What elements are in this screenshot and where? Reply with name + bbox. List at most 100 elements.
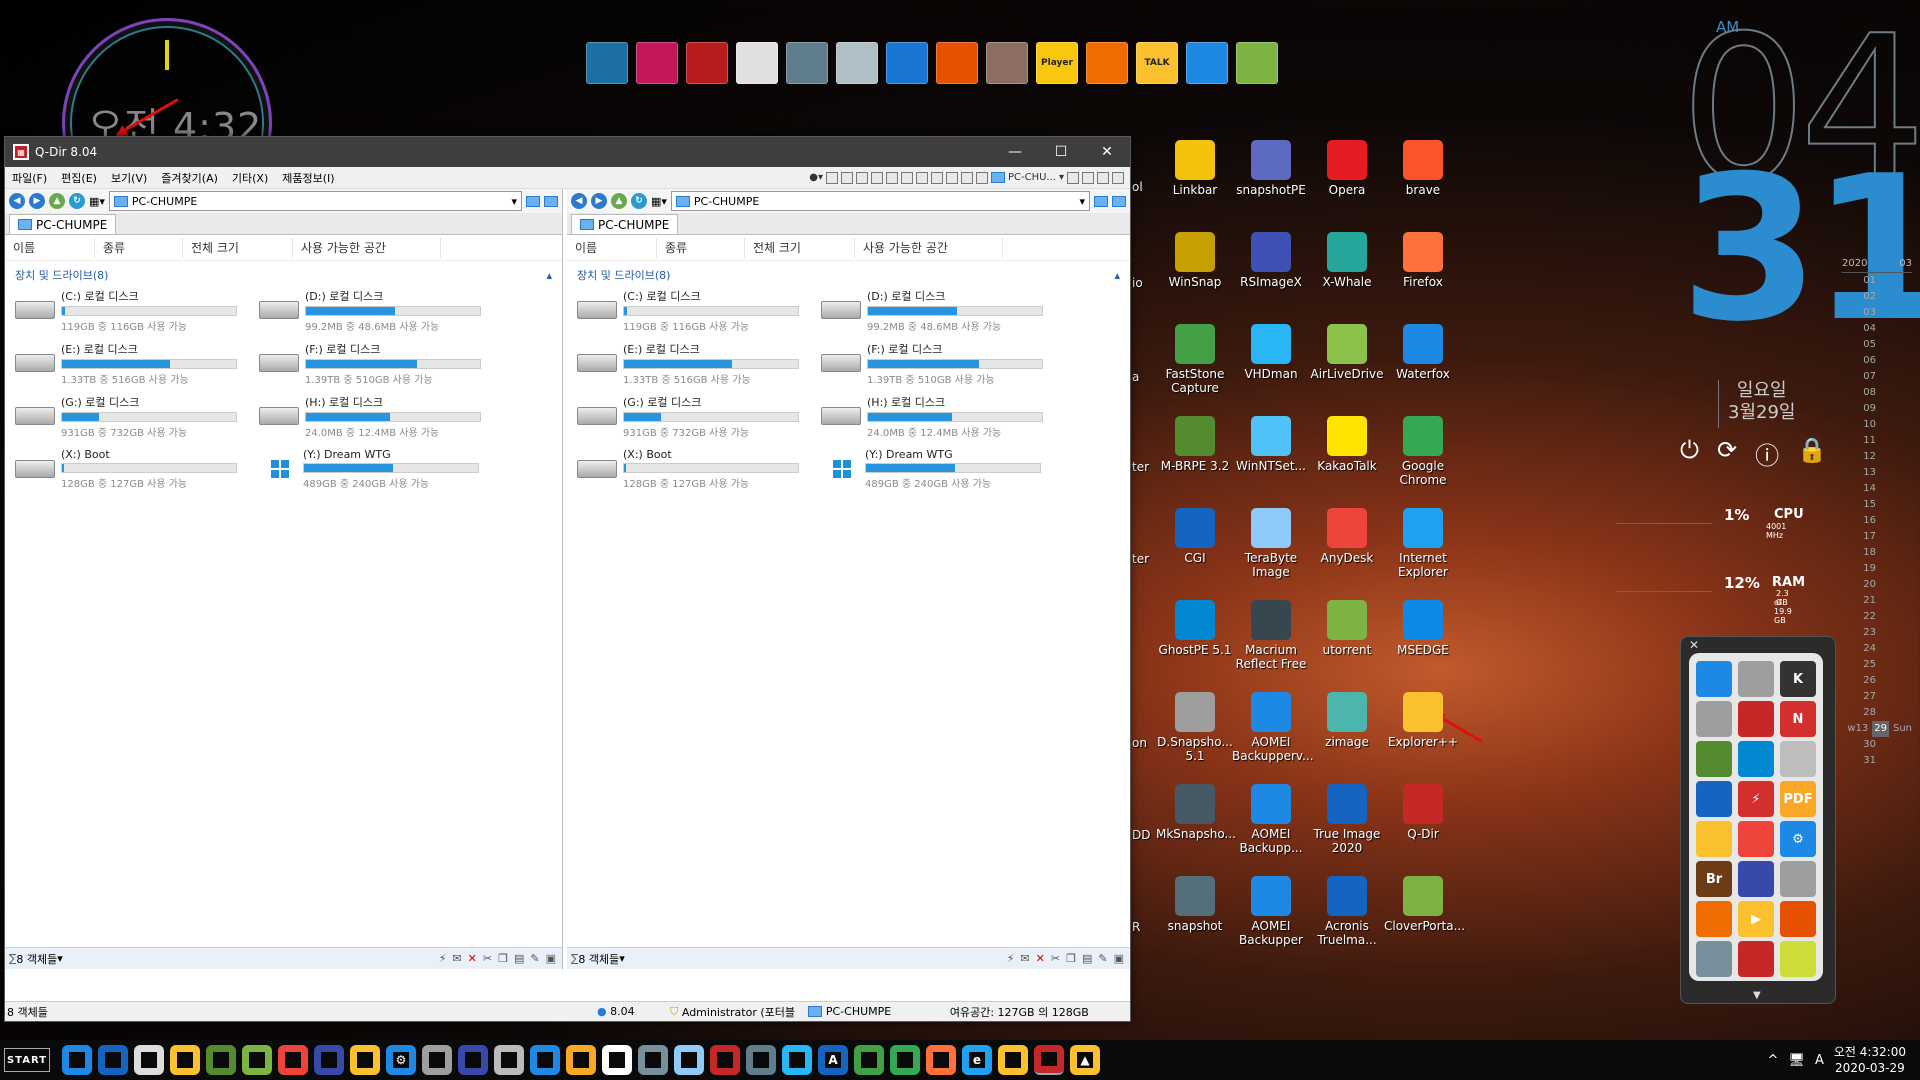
layout-icon[interactable] [885, 171, 898, 184]
taskbar-app-icon[interactable]: A [818, 1045, 848, 1075]
chevron-up-icon[interactable]: ^ [1768, 1053, 1779, 1068]
launcher-icon[interactable] [1738, 701, 1774, 737]
column-3[interactable]: 전체 크기 [183, 237, 293, 258]
minimize-button[interactable]: — [992, 137, 1038, 167]
desktop-icon-label-partial[interactable]: on [1132, 736, 1147, 750]
taskbar-app-icon[interactable] [98, 1045, 128, 1075]
pin-icon[interactable] [1082, 171, 1094, 184]
copy-icon[interactable]: ❐ [498, 952, 508, 965]
taskbar-app-icon[interactable] [926, 1045, 956, 1075]
drive-item[interactable]: (Y:) Dream WTG 489GB 중 240GB 사용 가능 [259, 446, 503, 492]
launcher-icon[interactable] [1780, 941, 1816, 977]
desktop-icon[interactable]: AOMEI Backupper [1232, 876, 1310, 947]
taskbar-app-icon[interactable] [314, 1045, 344, 1075]
copy-icon[interactable]: ❐ [1066, 952, 1076, 965]
taskbar-app-icon[interactable] [206, 1045, 236, 1075]
menu-item[interactable]: 보기(V) [104, 170, 154, 186]
cut-icon[interactable]: ✂ [1051, 952, 1060, 965]
launcher-icon[interactable] [1780, 741, 1816, 777]
desktop-icon[interactable]: M-BRPE 3.2 [1156, 416, 1234, 473]
chevron-down-icon[interactable]: ▾ [1079, 195, 1089, 208]
tab-pc[interactable]: PC-CHUMPE [9, 214, 117, 234]
layout-icon[interactable] [855, 171, 868, 184]
view-mode-icon[interactable] [1094, 195, 1108, 207]
taskbar-app-icon[interactable] [278, 1045, 308, 1075]
dock-app-icon[interactable] [986, 42, 1028, 84]
taskbar-app-icon[interactable] [602, 1045, 632, 1075]
dock-app-icon[interactable] [1086, 42, 1128, 84]
launcher-icon[interactable] [1738, 741, 1774, 777]
taskbar-app-icon[interactable] [458, 1045, 488, 1075]
drive-item[interactable]: (F:) 로컬 디스크 1.39TB 중 510GB 사용 가능 [259, 340, 503, 386]
launcher-icon[interactable] [1696, 781, 1732, 817]
desktop-icon[interactable]: CloverPorta... [1384, 876, 1465, 933]
view-icon[interactable]: ▦▾ [89, 195, 105, 208]
refresh-icon[interactable]: ⟳ [1717, 436, 1737, 471]
tools-icon[interactable] [1067, 171, 1079, 184]
dock-app-icon[interactable] [936, 42, 978, 84]
network-icon[interactable]: 🖥 [1788, 1053, 1805, 1068]
desktop-icon[interactable]: zimage [1308, 692, 1386, 749]
launcher-icon[interactable] [1696, 901, 1732, 937]
desktop-icon[interactable]: GhostPE 5.1 [1156, 600, 1234, 657]
taskbar-app-icon[interactable] [890, 1045, 920, 1075]
column-4[interactable]: 사용 가능한 공간 [855, 237, 1003, 258]
launcher-icon[interactable]: ▶ [1738, 901, 1774, 937]
drive-item[interactable]: (G:) 로컬 디스크 931GB 중 732GB 사용 가능 [15, 393, 259, 439]
drive-item[interactable]: (D:) 로컬 디스크 99.2MB 중 48.6MB 사용 가능 [821, 287, 1065, 333]
column-2[interactable]: 종류 [657, 237, 745, 258]
group-header[interactable]: 장치 및 드라이브(8) ▴ [567, 263, 1130, 287]
column-4[interactable]: 사용 가능한 공간 [293, 237, 441, 258]
desktop-icon[interactable]: AOMEI Backupp... [1232, 784, 1310, 855]
refresh-icon[interactable]: ↻ [631, 193, 647, 209]
taskbar-app-icon[interactable] [494, 1045, 524, 1075]
globe-icon[interactable]: ●▾ [809, 172, 823, 183]
dock-app-icon[interactable] [636, 42, 678, 84]
dock-app-icon[interactable] [836, 42, 878, 84]
menu-item[interactable]: 기타(X) [225, 170, 275, 186]
drive-item[interactable]: (H:) 로컬 디스크 24.0MB 중 12.4MB 사용 가능 [821, 393, 1065, 439]
chevron-down-icon[interactable]: ▾ [619, 952, 625, 965]
chevron-down-icon[interactable]: ▼ [1753, 990, 1761, 1001]
launcher-icon[interactable] [1696, 661, 1732, 697]
desktop-icon[interactable]: RSImageX [1232, 232, 1310, 289]
taskbar-app-icon[interactable] [530, 1045, 560, 1075]
column-3[interactable]: 전체 크기 [745, 237, 855, 258]
back-icon[interactable]: ◀ [571, 193, 587, 209]
drive-item[interactable]: (Y:) Dream WTG 489GB 중 240GB 사용 가능 [821, 446, 1065, 492]
launcher-icon[interactable] [1738, 661, 1774, 697]
desktop-icon[interactable]: FastStone Capture [1156, 324, 1234, 395]
desktop-icon[interactable]: KakaoTalk [1308, 416, 1386, 473]
taskbar-app-icon[interactable] [1034, 1045, 1064, 1075]
dock-app-icon[interactable] [1186, 42, 1228, 84]
forward-icon[interactable]: ▶ [29, 193, 45, 209]
desktop-icon[interactable]: X-Whale [1308, 232, 1386, 289]
edit-icon[interactable]: ✎ [530, 952, 539, 965]
desktop-icon[interactable]: D.Snapsho... 5.1 [1156, 692, 1234, 763]
launcher-icon[interactable] [1696, 701, 1732, 737]
launcher-icon[interactable]: PDF [1780, 781, 1816, 817]
desktop-icon[interactable]: CGI [1156, 508, 1234, 565]
desktop-icon[interactable]: utorrent [1308, 600, 1386, 657]
close-button[interactable]: ✕ [1084, 137, 1130, 167]
view-mode-icon[interactable] [544, 195, 558, 207]
window-icon[interactable] [1112, 171, 1124, 184]
launcher-icon[interactable]: ⚙ [1780, 821, 1816, 857]
toolbar-pc-label[interactable]: PC-CHU... [1008, 172, 1056, 183]
address-bar[interactable]: PC-CHUMPE ▾ [108, 191, 522, 211]
lock-icon[interactable]: 🔒 [1797, 436, 1827, 471]
desktop-icon[interactable]: snapshotPE [1232, 140, 1310, 197]
column-1[interactable]: 이름 [5, 237, 95, 258]
launcher-icon[interactable]: N [1780, 701, 1816, 737]
start-button[interactable]: START [4, 1048, 50, 1072]
layout-icon[interactable] [840, 171, 853, 184]
title-bar[interactable]: ▦ Q-Dir 8.04 — ☐ ✕ [5, 137, 1130, 167]
taskbar-app-icon[interactable] [566, 1045, 596, 1075]
mail-icon[interactable]: ✉ [452, 952, 461, 965]
desktop-icon-label-partial[interactable]: a [1132, 370, 1139, 384]
desktop-icon[interactable]: Firefox [1384, 232, 1462, 289]
layout-icon[interactable] [945, 171, 958, 184]
layout-icon[interactable] [900, 171, 913, 184]
desktop-icon[interactable]: Google Chrome [1384, 416, 1462, 487]
delete-icon[interactable]: ✕ [1036, 952, 1045, 965]
